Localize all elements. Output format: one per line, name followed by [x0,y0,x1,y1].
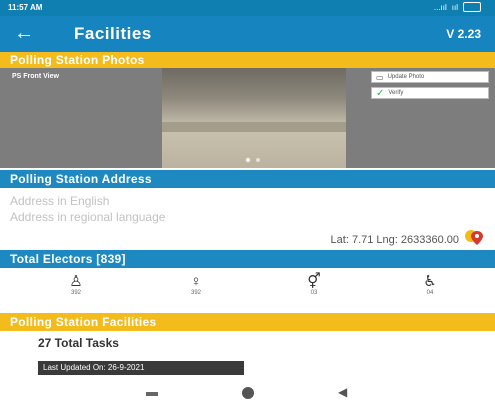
recents-icon[interactable] [146,392,158,396]
lat-lng-text: Lat: 7.71 Lng: 2633360.00 [330,234,459,246]
elector-count: 392 [190,290,201,296]
update-photo-label: Update Photo [387,74,425,80]
map-pin-icon[interactable] [465,229,485,247]
address-section-header: Polling Station Address [0,170,495,188]
signal-icon: ...ııl [433,2,447,12]
address-regional-field[interactable]: Address in regional language [10,210,485,224]
wifi-icon: ııl [451,2,458,12]
app-bar: ← Facilities V 2.23 [0,16,495,52]
total-tasks-label[interactable]: 27 Total Tasks [38,336,119,350]
electors-section-header: Total Electors [839] [0,250,495,268]
status-bar: 11:57 AM ...ııl ııl [0,0,495,16]
address-english-field[interactable]: Address in English [10,194,485,208]
status-time: 11:57 AM [8,3,43,12]
facilities-section-header: Polling Station Facilities [0,313,495,331]
polling-station-photo[interactable] [162,68,346,168]
check-icon: ✓ [376,87,385,99]
page-title: Facilities [74,24,152,43]
update-photo-button[interactable]: ▭ Update Photo [371,71,489,83]
photo-label: PS Front View [12,73,59,80]
elector-count: 03 [310,290,318,296]
last-updated-badge: Last Updated On: 26-9-2021 [38,361,244,375]
home-icon[interactable] [242,387,254,399]
elector-item-disabled: ♿ 04 [410,273,450,296]
male-voter-icon: ♙ [69,273,83,290]
photo-carousel[interactable]: PS Front View ▭ Update Photo ✓ Verify [0,68,495,168]
photo-step [162,122,346,132]
image-icon: ▭ [376,72,384,82]
version-label: V 2.23 [446,27,481,41]
verify-button[interactable]: ✓ Verify [371,87,489,99]
elector-item-male: ♙ 392 [56,273,96,296]
carousel-dot [256,158,260,162]
back-arrow-icon[interactable]: ← [14,22,34,44]
battery-icon [463,2,481,12]
elector-count: 04 [426,290,434,296]
elector-item-female: ♀ 392 [176,273,216,296]
elector-count: 392 [70,290,81,296]
elector-item-third-gender: ⚥ 03 [294,273,334,296]
status-icons: ...ııl ııl [434,2,481,12]
third-gender-icon: ⚥ [307,273,321,290]
system-nav-bar: ◀ [0,383,495,405]
wheelchair-icon: ♿ [423,273,437,290]
female-voter-icon: ♀ [190,273,202,290]
carousel-dot [246,158,250,162]
photos-section-header: Polling Station Photos [0,52,495,68]
verify-label: Verify [388,90,404,96]
back-icon[interactable]: ◀ [338,385,347,399]
